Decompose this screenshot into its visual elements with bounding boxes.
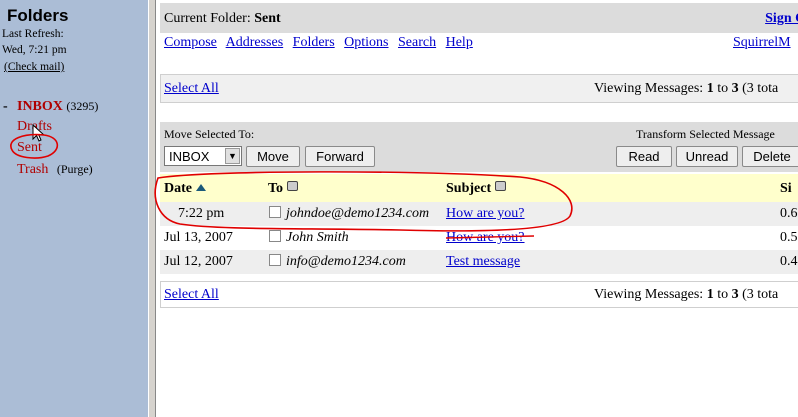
viewing-to: 3 xyxy=(731,287,739,302)
sidebar-item-inbox[interactable]: INBOX (3295) xyxy=(17,99,98,115)
action-bar: Move Selected To: Transform Selected Mes… xyxy=(160,122,798,172)
viewing-messages: Viewing Messages: 1 to 3 (3 tota xyxy=(594,81,778,97)
current-folder-label: Current Folder: xyxy=(164,11,251,26)
column-to[interactable]: To xyxy=(268,181,299,197)
column-subject[interactable]: Subject xyxy=(446,181,507,197)
folders-title: Folders xyxy=(7,6,69,25)
main-nav: Compose Addresses Folders Options Search… xyxy=(164,35,479,51)
row-subject-link[interactable]: Test message xyxy=(446,254,520,270)
table-row[interactable]: 7:22 pm johndoe@demo1234.com How are you… xyxy=(160,202,798,226)
dropdown-arrow-icon: ▼ xyxy=(225,148,240,164)
collapse-toggle[interactable]: - xyxy=(3,99,8,115)
viewing-label: Viewing Messages: xyxy=(594,81,704,96)
subject-header-label: Subject xyxy=(446,181,492,196)
viewing-messages: Viewing Messages: 1 to 3 (3 tota xyxy=(594,287,778,303)
move-target-select[interactable]: INBOX ▼ xyxy=(164,146,242,166)
sidebar-item-trash[interactable]: Trash (Purge) xyxy=(17,162,93,178)
row-to-text: johndoe@demo1234.com xyxy=(286,206,430,221)
nav-compose[interactable]: Compose xyxy=(164,35,217,50)
row-to: johndoe@demo1234.com xyxy=(269,206,429,222)
forward-button[interactable]: Forward xyxy=(305,146,375,167)
row-size: 0.5 xyxy=(780,230,798,245)
sort-ascending-icon[interactable] xyxy=(196,184,206,191)
current-folder-name: Sent xyxy=(254,11,281,26)
folder-pane: Folders Last Refresh: Wed, 7:21 pm (Chec… xyxy=(0,0,148,417)
nav-folders[interactable]: Folders xyxy=(293,35,335,50)
trash-label: Trash xyxy=(17,162,49,177)
row-to: John Smith xyxy=(269,230,349,246)
row-date: Jul 13, 2007 xyxy=(164,230,233,245)
sort-icon[interactable] xyxy=(287,181,299,191)
transform-label: Transform Selected Message xyxy=(636,127,775,141)
select-all-link[interactable]: Select All xyxy=(164,81,219,97)
viewing-label: Viewing Messages: xyxy=(594,287,704,302)
row-to-text: info@demo1234.com xyxy=(286,254,406,269)
row-checkbox[interactable] xyxy=(269,206,281,218)
row-date: 7:22 pm xyxy=(178,206,225,221)
inbox-count: (3295) xyxy=(66,99,99,113)
last-refresh-label: Last Refresh: xyxy=(2,28,64,40)
message-list-pane: Current Folder: Sent Sign O Compose Addr… xyxy=(156,0,798,417)
date-header-label: Date xyxy=(164,181,192,196)
viewing-to-word: to xyxy=(717,287,729,302)
row-checkbox[interactable] xyxy=(269,230,281,242)
nav-addresses[interactable]: Addresses xyxy=(226,35,284,50)
move-selected-label: Move Selected To: xyxy=(164,127,255,141)
unread-button[interactable]: Unread xyxy=(676,146,738,167)
sort-icon[interactable] xyxy=(495,181,507,191)
row-size: 0.4 xyxy=(780,254,798,269)
inbox-label: INBOX xyxy=(17,99,63,114)
nav-search[interactable]: Search xyxy=(398,35,436,50)
row-subject-link[interactable]: How are you? xyxy=(446,230,525,246)
row-checkbox[interactable] xyxy=(269,254,281,266)
pagination-bar-top: Select All Viewing Messages: 1 to 3 (3 t… xyxy=(160,74,798,103)
table-row[interactable]: Jul 12, 2007 info@demo1234.com Test mess… xyxy=(160,250,798,274)
table-header: Date To Subject Si xyxy=(160,174,798,202)
viewing-to: 3 xyxy=(731,81,739,96)
viewing-total: (3 tota xyxy=(742,287,779,302)
current-folder: Current Folder: Sent xyxy=(164,11,281,27)
viewing-from: 1 xyxy=(706,287,714,302)
nav-help[interactable]: Help xyxy=(446,35,473,50)
sign-out-link[interactable]: Sign O xyxy=(765,11,798,27)
select-all-link[interactable]: Select All xyxy=(164,287,219,303)
delete-button[interactable]: Delete xyxy=(742,146,798,167)
move-target-value: INBOX xyxy=(169,149,210,164)
viewing-total: (3 tota xyxy=(742,81,779,96)
mouse-cursor-icon xyxy=(32,124,45,142)
nav-options[interactable]: Options xyxy=(344,35,388,50)
to-header-label: To xyxy=(268,181,284,196)
row-date: Jul 12, 2007 xyxy=(164,254,233,269)
row-subject-link[interactable]: How are you? xyxy=(446,206,525,222)
frame-divider[interactable] xyxy=(148,0,156,417)
folder-header-bar: Current Folder: Sent Sign O xyxy=(160,3,798,33)
table-row[interactable]: Jul 13, 2007 John Smith How are you? 0.5 xyxy=(160,226,798,250)
row-size: 0.6 xyxy=(780,206,798,221)
squirrelmail-link[interactable]: SquirrelM xyxy=(733,35,791,51)
pagination-bar-bottom: Select All Viewing Messages: 1 to 3 (3 t… xyxy=(160,281,798,308)
check-mail-link[interactable]: (Check mail) xyxy=(4,61,64,73)
move-button[interactable]: Move xyxy=(246,146,300,167)
purge-link[interactable]: (Purge) xyxy=(57,162,93,176)
viewing-to-word: to xyxy=(717,81,729,96)
read-button[interactable]: Read xyxy=(616,146,672,167)
column-date[interactable]: Date xyxy=(164,181,206,197)
row-to-text: John Smith xyxy=(286,230,349,245)
last-refresh-time: Wed, 7:21 pm xyxy=(2,44,67,56)
column-size[interactable]: Si xyxy=(780,181,792,197)
viewing-from: 1 xyxy=(706,81,714,96)
row-to: info@demo1234.com xyxy=(269,254,406,270)
